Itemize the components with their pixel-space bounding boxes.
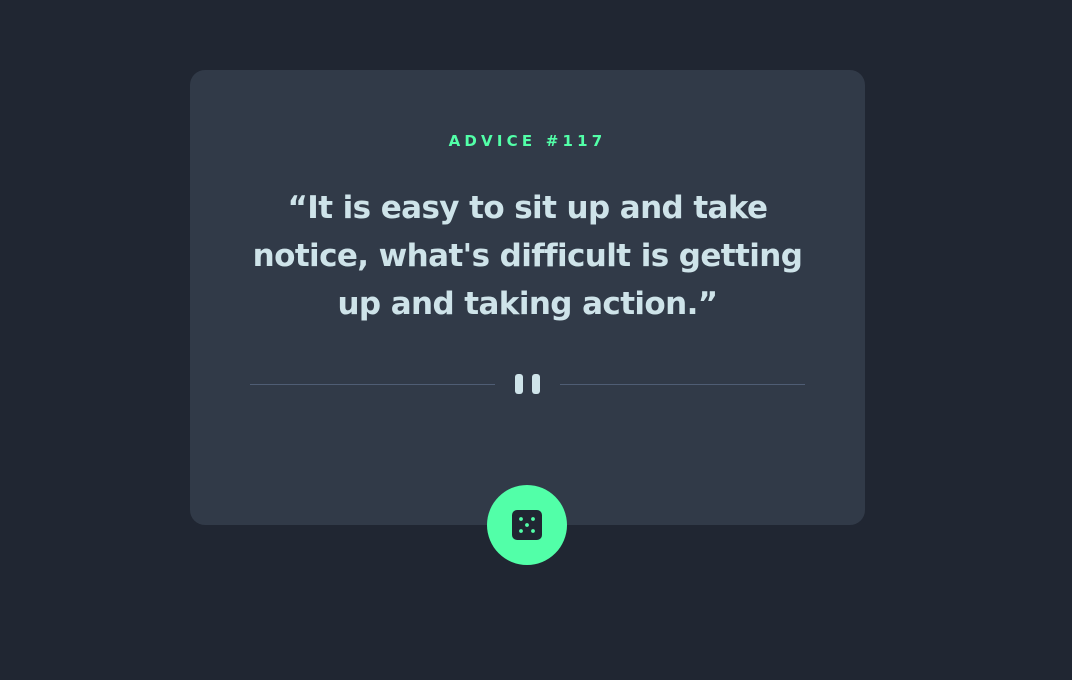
- new-advice-button[interactable]: [487, 485, 567, 565]
- divider: [250, 372, 805, 396]
- divider-line-left: [250, 384, 495, 385]
- pause-bar-right: [532, 374, 540, 394]
- dice-icon: [512, 510, 542, 540]
- pause-bar-left: [515, 374, 523, 394]
- advice-id-label: ADVICE #117: [448, 132, 607, 150]
- advice-quote: “It is easy to sit up and take notice, w…: [252, 190, 803, 322]
- divider-line-right: [560, 384, 805, 385]
- page: ADVICE #117 “It is easy to sit up and ta…: [0, 0, 1072, 680]
- advice-card: ADVICE #117 “It is easy to sit up and ta…: [190, 70, 865, 525]
- pause-icon: [515, 374, 541, 394]
